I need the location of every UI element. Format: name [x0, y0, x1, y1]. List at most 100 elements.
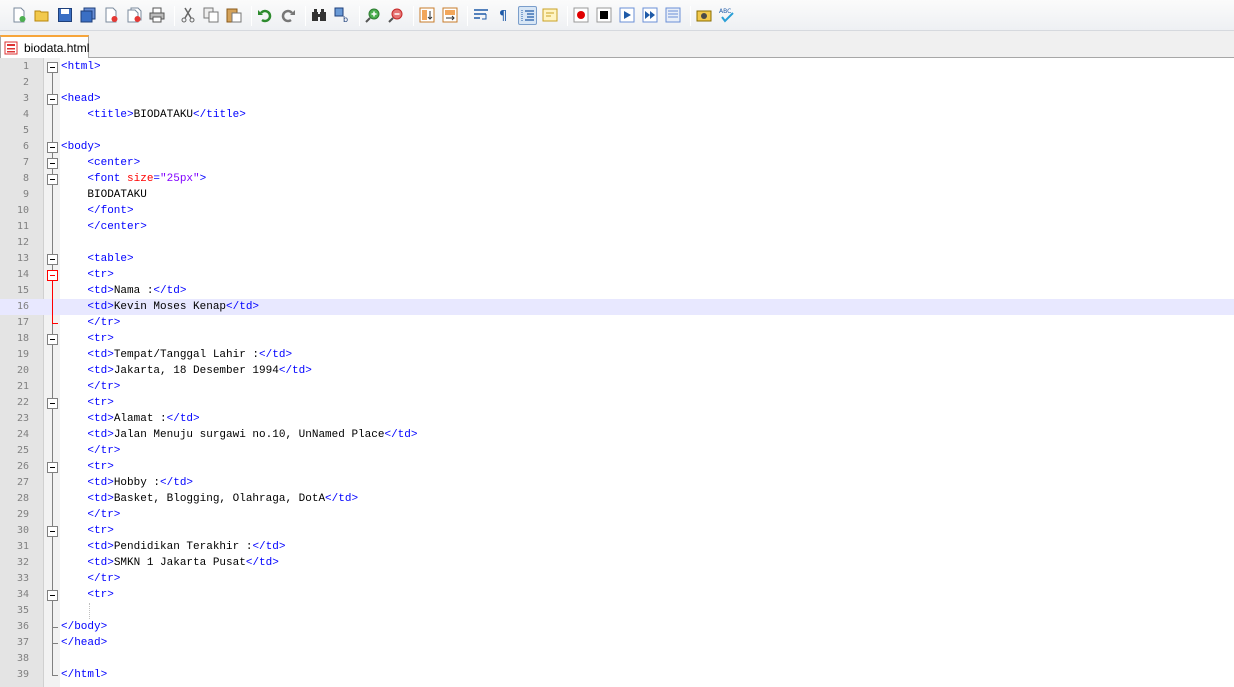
undo-icon[interactable] [256, 6, 275, 25]
code-line[interactable]: 39 </html> [0, 667, 1234, 683]
fold-toggle-icon[interactable] [47, 158, 58, 169]
code-line[interactable]: 31 <td>Pendidikan Terakhir :</td> [0, 539, 1234, 555]
close-all-icon[interactable] [125, 6, 144, 25]
code-line[interactable]: 20 <td>Jakarta, 18 Desember 1994</td> [0, 363, 1234, 379]
fold-toggle-icon[interactable] [47, 254, 58, 265]
code-line[interactable]: 30 <tr> [0, 523, 1234, 539]
code-line[interactable]: 15 <td>Nama :</td> [0, 283, 1234, 299]
cut-icon[interactable] [179, 6, 198, 25]
code-line[interactable]: 36 </body> [0, 619, 1234, 635]
show-all-characters-icon[interactable]: ¶ [495, 6, 514, 25]
fold-toggle-icon[interactable] [47, 142, 58, 153]
new-file-icon[interactable] [10, 6, 29, 25]
code-token: Kevin Moses Kenap [113, 301, 227, 313]
close-icon[interactable] [102, 6, 121, 25]
code-line[interactable]: 1 <html> [0, 59, 1234, 75]
fold-toggle-icon[interactable] [47, 526, 58, 537]
code-line[interactable]: 11 </center> [0, 219, 1234, 235]
sync-horizontal-icon[interactable] [441, 6, 460, 25]
find-icon[interactable] [310, 6, 329, 25]
code-line[interactable]: 17 </tr> [0, 315, 1234, 331]
indent-guide-icon[interactable] [518, 6, 537, 25]
code-token: Basket, Blogging, Olahraga, DotA [113, 493, 326, 505]
fold-toggle-icon[interactable] [47, 398, 58, 409]
tab-biodata-html[interactable]: biodata.html [0, 35, 89, 58]
line-number: 24 [16, 429, 29, 440]
code-line[interactable]: 19 <td>Tempat/Tanggal Lahir :</td> [0, 347, 1234, 363]
spell-check-icon[interactable]: ABC [718, 6, 737, 25]
svg-text:ABC: ABC [719, 8, 731, 15]
code-line[interactable]: 8 <font size="25px"> [0, 171, 1234, 187]
code-line[interactable]: 9 BIODATAKU [0, 187, 1234, 203]
record-macro-icon[interactable] [572, 6, 591, 25]
code-line[interactable]: 3 <head> [0, 91, 1234, 107]
code-line[interactable]: 22 <tr> [0, 395, 1234, 411]
zoom-out-icon[interactable] [387, 6, 406, 25]
fold-toggle-icon[interactable] [47, 334, 58, 345]
code-line[interactable]: 29 </tr> [0, 507, 1234, 523]
code-token: </font> [87, 205, 134, 217]
save-all-icon[interactable] [79, 6, 98, 25]
code-token: </title> [193, 109, 246, 121]
save-macro-icon[interactable] [664, 6, 683, 25]
line-number: 36 [16, 621, 29, 632]
code-line[interactable]: 7 <center> [0, 155, 1234, 171]
code-line[interactable]: 18 <tr> [0, 331, 1234, 347]
code-token: <td> [87, 365, 114, 377]
fold-toggle-icon[interactable] [47, 62, 58, 73]
print-icon[interactable] [148, 6, 167, 25]
save-icon[interactable] [56, 6, 75, 25]
fold-toggle-icon[interactable] [47, 174, 58, 185]
fold-toggle-icon[interactable] [47, 590, 58, 601]
code-line[interactable]: 38 [0, 651, 1234, 667]
sync-vertical-icon[interactable] [418, 6, 437, 25]
code-line[interactable]: 6 <body> [0, 139, 1234, 155]
open-file-icon[interactable] [33, 6, 52, 25]
code-line[interactable]: 35 [0, 603, 1234, 619]
fold-toggle-icon[interactable] [47, 462, 58, 473]
fold-toggle-icon[interactable] [47, 270, 58, 281]
code-line[interactable]: 24 <td>Jalan Menuju surgawi no.10, UnNam… [0, 427, 1234, 443]
word-wrap-icon[interactable] [472, 6, 491, 25]
code-line[interactable]: 27 <td>Hobby :</td> [0, 475, 1234, 491]
copy-icon[interactable] [202, 6, 221, 25]
stop-recording-icon[interactable] [595, 6, 614, 25]
zoom-in-icon[interactable] [364, 6, 383, 25]
line-number: 13 [16, 253, 29, 264]
code-line[interactable]: 13 <table> [0, 251, 1234, 267]
code-token: BIODATAKU [61, 189, 147, 201]
code-line[interactable]: 21 </tr> [0, 379, 1234, 395]
fold-line [52, 281, 53, 323]
code-line[interactable]: 23 <td>Alamat :</td> [0, 411, 1234, 427]
code-line[interactable]: 14 <tr> [0, 267, 1234, 283]
replace-icon[interactable]: b [333, 6, 352, 25]
code-line[interactable]: 10 </font> [0, 203, 1234, 219]
code-line[interactable]: 2 [0, 75, 1234, 91]
toolbar-separator [174, 6, 175, 26]
fold-toggle-icon[interactable] [47, 94, 58, 105]
user-language-icon[interactable] [541, 6, 560, 25]
code-line[interactable]: 34 <tr> [0, 587, 1234, 603]
code-editor[interactable]: 1 <html> 2 3 <head> 4 <title>BIODATAKU</title… [0, 58, 1234, 687]
redo-icon[interactable] [279, 6, 298, 25]
code-line[interactable]: 16 <td>Kevin Moses Kenap</td> [0, 299, 1234, 315]
code-token: Hobby : [113, 477, 161, 489]
code-line[interactable]: 32 <td>SMKN 1 Jakarta Pusat</td> [0, 555, 1234, 571]
code-line[interactable]: 37 </head> [0, 635, 1234, 651]
code-line[interactable]: 33 </tr> [0, 571, 1234, 587]
run-macro-multiple-icon[interactable] [641, 6, 660, 25]
code-line[interactable]: 5 [0, 123, 1234, 139]
code-line[interactable]: 28 <td>Basket, Blogging, Olahraga, DotA<… [0, 491, 1234, 507]
toolbar-separator [567, 6, 568, 26]
code-line[interactable]: 4 <title>BIODATAKU</title> [0, 107, 1234, 123]
code-line[interactable]: 25 </tr> [0, 443, 1234, 459]
play-macro-icon[interactable] [618, 6, 637, 25]
paste-icon[interactable] [225, 6, 244, 25]
code-token: > [199, 173, 207, 185]
code-line[interactable]: 26 <tr> [0, 459, 1234, 475]
code-line[interactable]: 12 [0, 235, 1234, 251]
launch-browser-icon[interactable] [695, 6, 714, 25]
